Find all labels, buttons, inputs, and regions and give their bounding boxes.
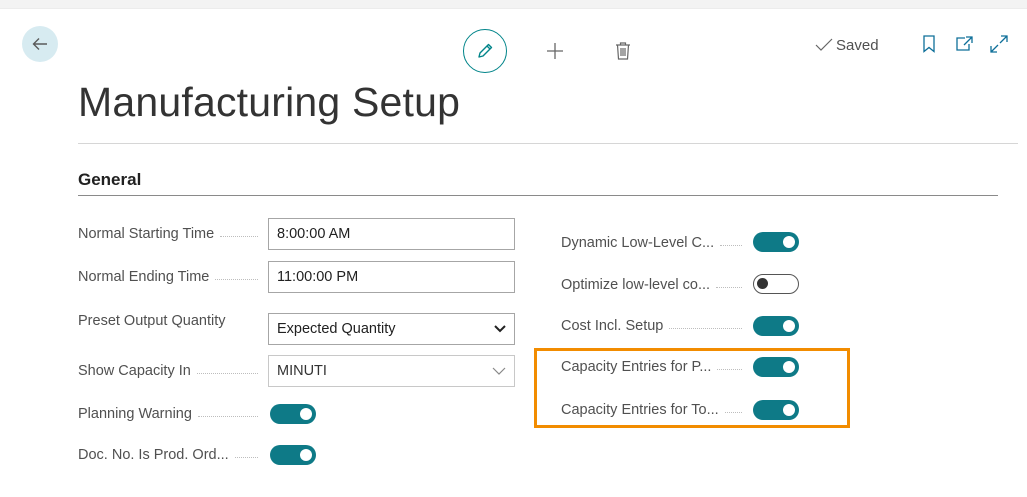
field-label: Planning Warning <box>78 406 192 422</box>
page-title: Manufacturing Setup <box>78 79 461 125</box>
field-label: Capacity Entries for P... <box>561 359 712 375</box>
normal-starting-time-input[interactable]: 8:00:00 AM <box>268 218 515 250</box>
delete-button[interactable] <box>609 33 637 69</box>
bookmark-button[interactable] <box>918 33 940 55</box>
saved-label: Saved <box>836 36 879 54</box>
field-doc-no-is-prod-ord: Doc. No. Is Prod. Ord... <box>78 439 264 471</box>
new-button[interactable] <box>541 33 569 69</box>
back-button[interactable] <box>22 26 58 62</box>
field-label: Capacity Entries for To... <box>561 402 719 418</box>
field-optimize-low-level: Optimize low-level co... <box>561 269 748 301</box>
dynamic-low-level-toggle[interactable] <box>753 232 799 252</box>
normal-ending-time-input[interactable]: 11:00:00 PM <box>268 261 515 293</box>
chevron-down-icon <box>492 367 506 375</box>
page-card: Saved Manufacturing Setup General Normal… <box>0 8 1027 497</box>
expand-icon <box>990 35 1008 53</box>
field-preset-output-quantity: Preset Output Quantity <box>78 305 264 337</box>
title-divider <box>78 143 1018 144</box>
arrow-left-icon <box>32 38 47 50</box>
field-planning-warning: Planning Warning <box>78 398 264 430</box>
open-in-new-window-icon <box>956 36 973 51</box>
cost-incl-setup-toggle[interactable] <box>753 316 799 336</box>
open-new-window-button[interactable] <box>953 33 975 55</box>
show-capacity-in-select[interactable]: MINUTI <box>268 355 515 387</box>
field-label: Preset Output Quantity <box>78 313 226 329</box>
edit-button[interactable] <box>463 29 507 73</box>
optimize-low-level-toggle[interactable] <box>753 274 799 294</box>
doc-no-is-prod-ord-toggle[interactable] <box>270 445 316 465</box>
field-label: Doc. No. Is Prod. Ord... <box>78 447 229 463</box>
capacity-entries-p-toggle[interactable] <box>753 357 799 377</box>
plus-icon <box>547 43 563 59</box>
field-capacity-entries-to: Capacity Entries for To... <box>561 394 748 426</box>
saved-status: Saved <box>815 35 879 55</box>
field-cost-incl-setup: Cost Incl. Setup <box>561 310 748 342</box>
chevron-down-icon <box>494 325 506 333</box>
field-normal-starting-time: Normal Starting Time <box>78 218 264 250</box>
capacity-entries-to-toggle[interactable] <box>753 400 799 420</box>
field-label: Normal Starting Time <box>78 226 215 242</box>
expand-button[interactable] <box>988 33 1010 55</box>
field-label: Show Capacity In <box>78 363 191 379</box>
field-normal-ending-time: Normal Ending Time <box>78 261 264 293</box>
trash-icon <box>616 42 630 60</box>
planning-warning-toggle[interactable] <box>270 404 316 424</box>
section-title-general: General <box>78 170 142 189</box>
field-label: Normal Ending Time <box>78 269 210 285</box>
field-label: Optimize low-level co... <box>561 277 711 293</box>
section-divider <box>78 195 998 196</box>
field-show-capacity-in: Show Capacity In <box>78 355 264 387</box>
field-label: Dynamic Low-Level C... <box>561 235 715 251</box>
field-capacity-entries-p: Capacity Entries for P... <box>561 351 748 383</box>
pencil-icon <box>478 43 493 58</box>
field-dynamic-low-level: Dynamic Low-Level C... <box>561 227 748 259</box>
field-label: Cost Incl. Setup <box>561 318 664 334</box>
bookmark-icon <box>923 35 935 53</box>
preset-output-quantity-select[interactable]: Expected Quantity <box>268 313 515 345</box>
check-icon <box>815 38 833 51</box>
